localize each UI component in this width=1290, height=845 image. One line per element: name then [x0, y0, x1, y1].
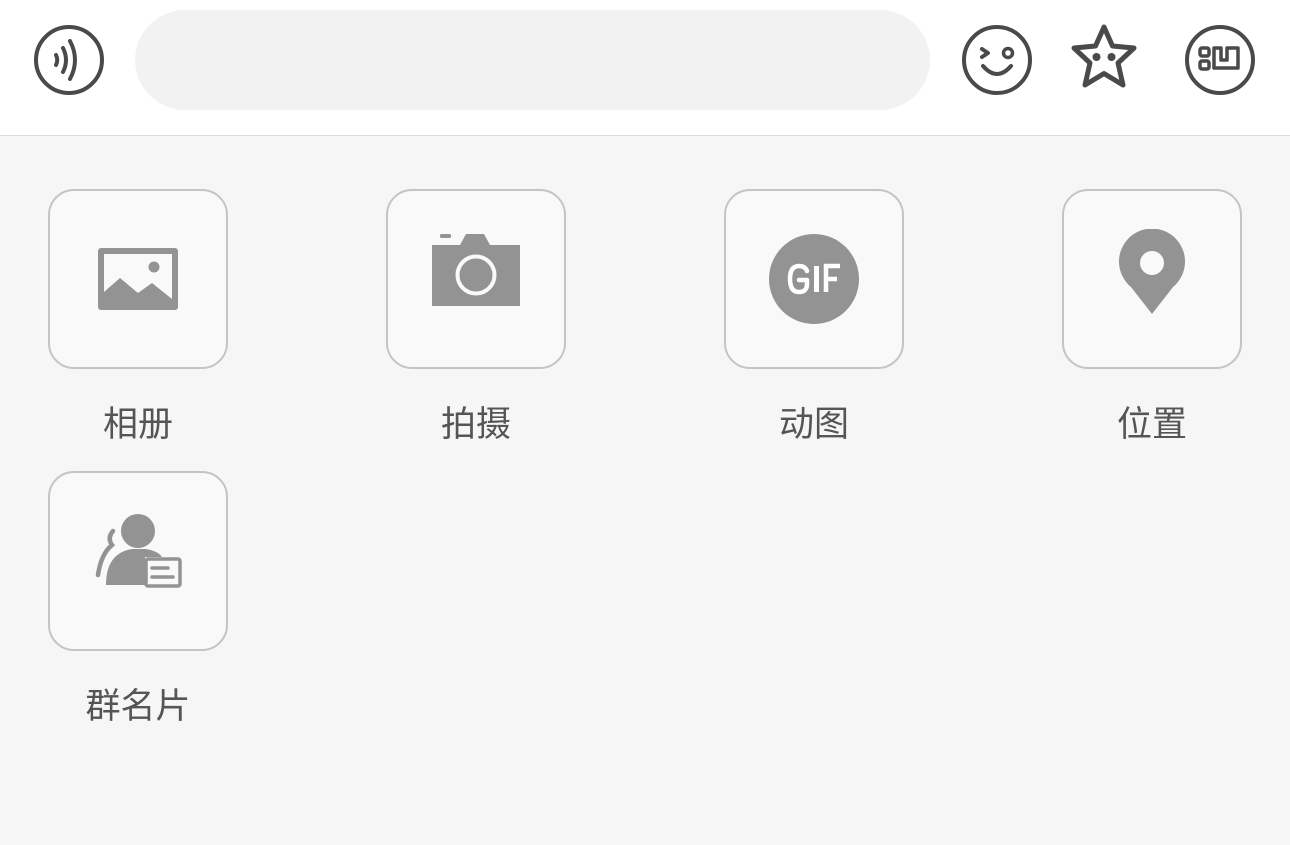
- location-button[interactable]: 位置: [1062, 189, 1242, 447]
- group-card-button[interactable]: 群名片: [48, 471, 228, 729]
- camera-button[interactable]: 拍摄: [386, 189, 566, 447]
- more-icon: [1185, 25, 1255, 95]
- location-label: 位置: [1116, 405, 1187, 445]
- gif-icon: [769, 234, 859, 324]
- more-button[interactable]: [1184, 24, 1256, 96]
- camera-tile[interactable]: [386, 189, 566, 369]
- group-card-tile[interactable]: [48, 471, 228, 651]
- image-icon: [98, 248, 178, 310]
- group-card-icon: [95, 514, 182, 588]
- gif-tile[interactable]: [724, 189, 904, 369]
- album-label: 相册: [102, 405, 173, 445]
- gif-button[interactable]: 动图: [724, 189, 904, 447]
- input-bar: [0, 0, 1290, 136]
- group-card-label: 群名片: [85, 687, 191, 727]
- star-face-icon: [1071, 24, 1137, 88]
- album-tile[interactable]: [48, 189, 228, 369]
- gif-label: 动图: [778, 405, 849, 445]
- location-pin-icon: [1119, 229, 1185, 314]
- voice-button[interactable]: [33, 24, 105, 96]
- emoji-icon: [962, 25, 1032, 95]
- emoji-button[interactable]: [961, 24, 1033, 96]
- camera-label: 拍摄: [440, 405, 511, 445]
- album-button[interactable]: 相册: [48, 189, 228, 447]
- camera-icon: [432, 234, 520, 306]
- location-tile[interactable]: [1062, 189, 1242, 369]
- voice-icon: [34, 25, 104, 95]
- sticker-button[interactable]: [1068, 22, 1140, 94]
- message-input[interactable]: [135, 10, 930, 110]
